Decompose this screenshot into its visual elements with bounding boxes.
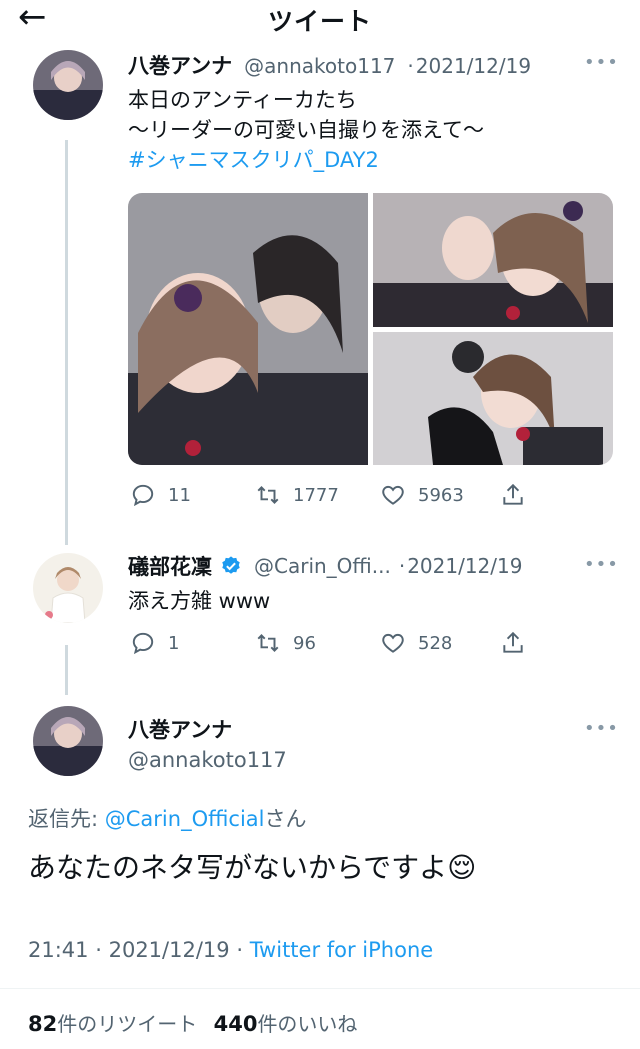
avatar[interactable]	[33, 553, 103, 623]
divider	[0, 988, 640, 989]
more-options-icon[interactable]: •••	[584, 52, 619, 73]
share-button[interactable]	[500, 630, 526, 656]
tweet-text-line: 本日のアンティーカたち	[128, 88, 357, 112]
retweet-icon	[257, 634, 279, 652]
tweet-text: 本日のアンティーカたち 〜リーダーの可愛い自撮りを添えて〜 #シャニマスクリパ_…	[128, 85, 484, 175]
reply-context: 返信先: @Carin_Officialさん	[28, 803, 307, 833]
share-icon	[503, 483, 523, 505]
like-button[interactable]: 5963	[380, 482, 464, 508]
user-handle[interactable]: @annakoto117	[244, 54, 395, 78]
reply-count: 1	[168, 632, 180, 654]
tweet-photo[interactable]	[128, 193, 368, 465]
like-label: 件のいいね	[257, 1012, 358, 1036]
tweet-photo[interactable]	[373, 332, 613, 465]
like-total: 440	[213, 1012, 258, 1036]
retweet-total: 82	[28, 1012, 58, 1036]
like-count: 5963	[418, 484, 464, 506]
tweet-date[interactable]: 2021/12/19	[109, 938, 230, 962]
retweet-button[interactable]: 96	[255, 630, 316, 656]
reply-suffix: さん	[264, 807, 307, 831]
retweet-button[interactable]: 1777	[255, 482, 339, 508]
reply-count: 11	[168, 484, 191, 506]
more-options-icon[interactable]: •••	[584, 718, 619, 739]
display-name[interactable]: 八巻アンナ	[128, 50, 232, 80]
tweet-timestamp: 21:41 · 2021/12/19 · Twitter for iPhone	[28, 938, 433, 962]
reply-prefix: 返信先:	[28, 807, 99, 831]
share-icon	[503, 631, 523, 653]
avatar[interactable]	[33, 706, 103, 776]
like-count: 528	[418, 632, 453, 654]
likes-link[interactable]: 440件のいいね	[214, 1012, 358, 1036]
more-options-icon[interactable]: •••	[584, 554, 619, 575]
heart-icon	[382, 633, 404, 653]
thread-line	[65, 645, 68, 695]
tweet-text: 添え方雑 www	[128, 589, 271, 613]
relieved-face-emoji: 😌	[447, 851, 477, 884]
retweets-link[interactable]: 82件のリツイート	[28, 1012, 197, 1036]
engagement-counts: 82件のリツイート 440件のいいね	[28, 1008, 357, 1037]
tweet-photo[interactable]	[373, 193, 613, 327]
separator: ·	[95, 938, 102, 962]
like-button[interactable]: 528	[380, 630, 452, 656]
verified-badge-icon	[222, 556, 240, 574]
separator: ·	[398, 554, 406, 578]
hashtag-link[interactable]: #シャニマスクリパ_DAY2	[128, 145, 484, 175]
reply-button[interactable]: 11	[130, 482, 191, 508]
retweet-count: 1777	[293, 484, 339, 506]
retweet-count: 96	[293, 632, 316, 654]
reply-icon	[132, 484, 154, 507]
thread-line	[65, 140, 68, 545]
tweet-time[interactable]: 21:41	[28, 938, 89, 962]
display-name[interactable]: 八巻アンナ	[128, 714, 232, 744]
tweet-date[interactable]: 2021/12/19	[416, 54, 531, 78]
page-title: ツイート	[267, 7, 372, 36]
tweet-header: 礒部花凜 @Carin_Offi... · 2021/12/19	[128, 551, 522, 581]
tweet-client-link[interactable]: Twitter for iPhone	[250, 938, 434, 962]
separator: ·	[236, 938, 244, 962]
user-handle[interactable]: @Carin_Offi...	[254, 554, 391, 578]
separator: ·	[407, 54, 414, 78]
main-tweet-body: あなたのネタ写がないからですよ	[28, 851, 448, 884]
tweet-text-line: 〜リーダーの可愛い自撮りを添えて〜	[128, 118, 484, 142]
tweet-date[interactable]: 2021/12/19	[407, 554, 522, 578]
user-handle[interactable]: @annakoto117	[128, 748, 287, 772]
display-name[interactable]: 礒部花凜	[128, 551, 212, 581]
tweet-header: 八巻アンナ @annakoto117 · 2021/12/19	[128, 50, 531, 80]
retweet-icon	[257, 486, 279, 504]
reply-button[interactable]: 1	[130, 630, 179, 656]
share-button[interactable]	[500, 482, 526, 508]
main-tweet-text: あなたのネタ写がないからですよ😌	[28, 848, 476, 888]
heart-icon	[382, 485, 404, 505]
reply-to-link[interactable]: @Carin_Official	[105, 807, 265, 831]
reply-icon	[132, 632, 154, 655]
retweet-label: 件のリツイート	[57, 1012, 198, 1036]
avatar[interactable]	[33, 50, 103, 120]
